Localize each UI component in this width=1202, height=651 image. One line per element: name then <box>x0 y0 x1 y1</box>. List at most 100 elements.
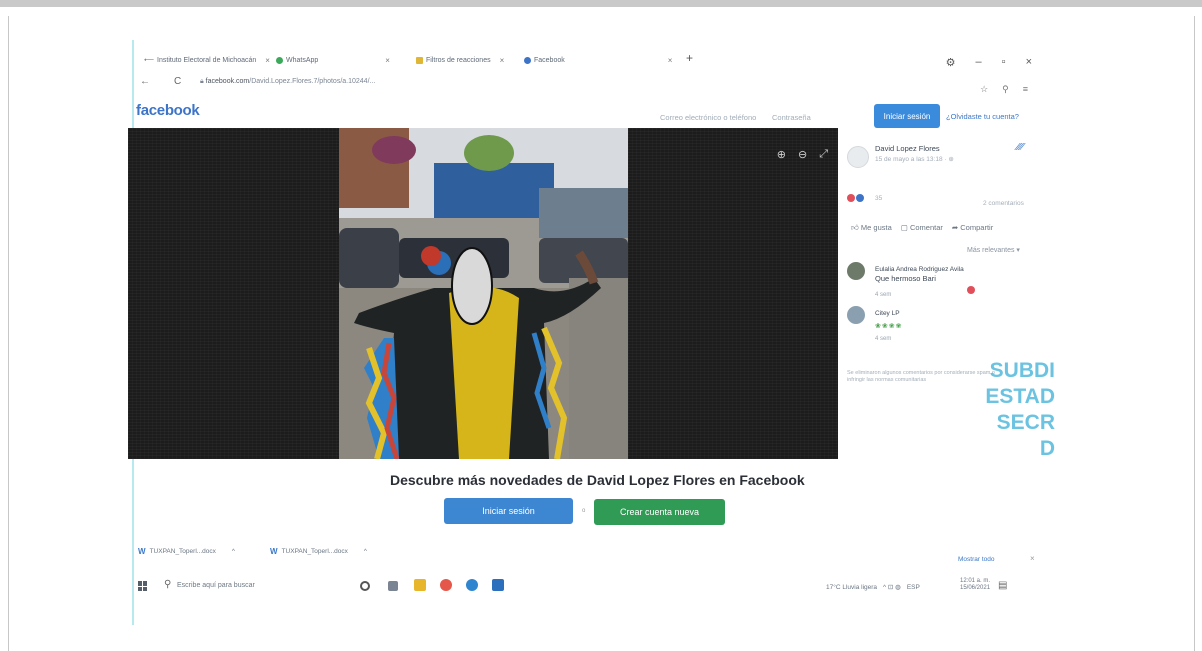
stamp-line: ESTAD <box>985 385 1055 408</box>
zoom-in-icon[interactable]: ⊕ <box>777 148 786 161</box>
star-icon[interactable]: ☆ <box>980 84 988 95</box>
extensions-icon[interactable]: ⚲ <box>1002 84 1009 95</box>
comment-button[interactable]: ▢ Comentar <box>901 223 943 233</box>
post-photo[interactable] <box>339 128 628 459</box>
menu-icon[interactable]: ≡ <box>1023 84 1028 95</box>
facebook-icon <box>524 56 531 64</box>
reaction-icons[interactable] <box>847 194 864 202</box>
like-label: Me gusta <box>860 223 892 232</box>
word-doc-icon: W <box>138 547 146 556</box>
new-tab-button[interactable]: + <box>686 51 693 65</box>
show-all-downloads[interactable]: Mostrar todo <box>958 556 995 563</box>
button-separator: o <box>582 508 586 514</box>
cta-heading: Descubre más novedades de David Lopez Fl… <box>390 472 805 488</box>
back-button[interactable]: ← <box>140 76 150 87</box>
address-bar-row: ← C 🔒︎ facebook.com/David.Lopez.Flores.7… <box>134 72 1054 96</box>
close-downloads-icon[interactable]: × <box>1030 554 1035 563</box>
official-stamp: SUBDI ESTAD SECR D <box>985 358 1055 458</box>
author-avatar[interactable] <box>847 146 869 168</box>
sheet-icon <box>416 56 423 64</box>
cortana-icon[interactable] <box>360 581 370 591</box>
word-doc-icon: W <box>270 547 278 556</box>
comment-count[interactable]: 2 comentarios <box>983 200 1024 207</box>
commenter-name[interactable]: Citey LP <box>875 310 900 317</box>
more-options-icon[interactable]: ⁄⁄⁄⁄ <box>1017 142 1024 153</box>
commenter-name[interactable]: Eulalia Andrea Rodriguez Avila <box>875 266 964 273</box>
browser-tab-strip: ⟵ Instituto Electoral de Michoacán × Wha… <box>134 48 1054 72</box>
download-label: TUXPAN_Toperl...docx <box>149 548 216 555</box>
chrome-icon[interactable] <box>440 579 452 591</box>
comment-icon: ▢ <box>900 223 910 232</box>
tray-icons[interactable]: ^ ⊡ ◍ <box>883 583 901 591</box>
post-timestamp[interactable]: 15 de mayo a las 13:18 · ⊕ <box>875 155 954 163</box>
stamp-line: SUBDI <box>989 359 1055 382</box>
tab-whatsapp[interactable]: WhatsApp × <box>276 52 390 68</box>
url-host: facebook.com <box>205 78 250 85</box>
download-item[interactable]: W TUXPAN_Toperl...docx ^ <box>138 547 235 556</box>
like-button[interactable]: 👍︎ Me gusta <box>851 223 892 233</box>
stamp-line: D <box>1039 437 1055 458</box>
maximize-button[interactable]: ▫ <box>1002 56 1006 69</box>
commenter-avatar[interactable] <box>847 306 865 324</box>
tab-facebook[interactable]: Facebook × <box>524 52 672 68</box>
share-button[interactable]: ➦ Compartir <box>952 223 993 233</box>
outlook-icon[interactable] <box>492 579 504 591</box>
facebook-logo[interactable]: facebook <box>136 102 200 119</box>
photo-viewer: ⊕ ⊖ ⤢ <box>128 128 838 459</box>
close-window-button[interactable]: × <box>1026 56 1032 69</box>
comments-footnote: Se eliminaron algunos comentarios por co… <box>847 370 995 383</box>
comment-sort-dropdown[interactable]: Más relevantes ▾ <box>967 246 1020 254</box>
like-reaction-icon <box>856 194 864 202</box>
comment-time[interactable]: 4 sem <box>875 336 891 342</box>
close-icon[interactable]: × <box>265 56 270 65</box>
zoom-out-icon[interactable]: ⊖ <box>798 148 807 161</box>
close-icon[interactable]: × <box>385 56 390 65</box>
file-explorer-icon[interactable] <box>414 579 426 591</box>
windows-start-icon[interactable] <box>138 581 148 591</box>
comment-text: Que hermoso Bari <box>875 274 936 283</box>
reaction-count[interactable]: 35 <box>875 195 882 202</box>
language-indicator[interactable]: ESP <box>907 584 920 591</box>
taskbar-search[interactable]: Escribe aquí para buscar <box>177 582 255 589</box>
fullscreen-icon[interactable]: ⤢ <box>819 148 828 161</box>
settings-icon[interactable]: ⚙ <box>946 56 956 69</box>
close-icon[interactable]: × <box>668 56 673 65</box>
task-view-icon[interactable] <box>388 581 398 591</box>
login-button[interactable]: Iniciar sesión <box>444 498 573 524</box>
tab-filtros[interactable]: Filtros de reacciones × <box>416 52 504 68</box>
share-label: Compartir <box>960 223 994 232</box>
chevron-up-icon[interactable]: ^ <box>232 548 235 555</box>
author-name[interactable]: David Lopez Flores <box>875 144 940 153</box>
love-reaction-icon <box>847 194 855 202</box>
chevron-up-icon[interactable]: ^ <box>364 548 367 555</box>
comment-emoji: ❀❀❀❀ <box>875 323 903 330</box>
weather-status[interactable]: 17°C Lluvia ligera <box>826 584 877 591</box>
forgot-account-link[interactable]: ¿Olvidaste tu cuenta? <box>946 112 1019 121</box>
download-label: TUXPAN_Toperl...docx <box>281 548 348 555</box>
password-field[interactable]: Contraseña <box>772 113 811 122</box>
minimize-button[interactable]: – <box>976 56 982 69</box>
create-account-button[interactable]: Crear cuenta nueva <box>594 499 725 525</box>
commenter-avatar[interactable] <box>847 262 865 280</box>
thumbs-up-icon: 👍︎ <box>851 223 861 232</box>
tab-instituto[interactable]: ⟵ Instituto Electoral de Michoacán × <box>144 52 270 68</box>
windows-taskbar: ⚲ Escribe aquí para buscar 17°C Lluvia l… <box>134 573 1054 603</box>
close-icon[interactable]: × <box>500 56 505 65</box>
whatsapp-icon <box>276 56 283 64</box>
browser-toolbar-icons: ☆ ⚲ ≡ <box>980 84 1028 95</box>
edge-icon[interactable] <box>466 579 478 591</box>
email-field[interactable]: Correo electrónico o teléfono <box>660 113 756 122</box>
clock-time: 12:01 a. m. <box>960 578 991 584</box>
comment-time[interactable]: 4 sem <box>875 292 891 298</box>
notifications-icon[interactable]: ▤ <box>998 580 1007 591</box>
download-item[interactable]: W TUXPAN_Toperl...docx ^ <box>270 547 367 556</box>
tab-label: Instituto Electoral de Michoacán <box>157 56 257 64</box>
taskbar-clock[interactable]: 12:01 a. m. 15/06/2021 <box>960 578 990 592</box>
comment-label: Comentar <box>909 223 943 232</box>
window-controls: ⚙ – ▫ × <box>946 56 1032 69</box>
header-login-button[interactable]: Iniciar sesión <box>874 104 940 128</box>
reload-button[interactable]: C <box>174 76 181 87</box>
photo-illustration <box>339 128 628 459</box>
tab-label: Filtros de reacciones <box>426 56 491 64</box>
url-field[interactable]: 🔒︎ facebook.com/David.Lopez.Flores.7/pho… <box>200 78 375 86</box>
